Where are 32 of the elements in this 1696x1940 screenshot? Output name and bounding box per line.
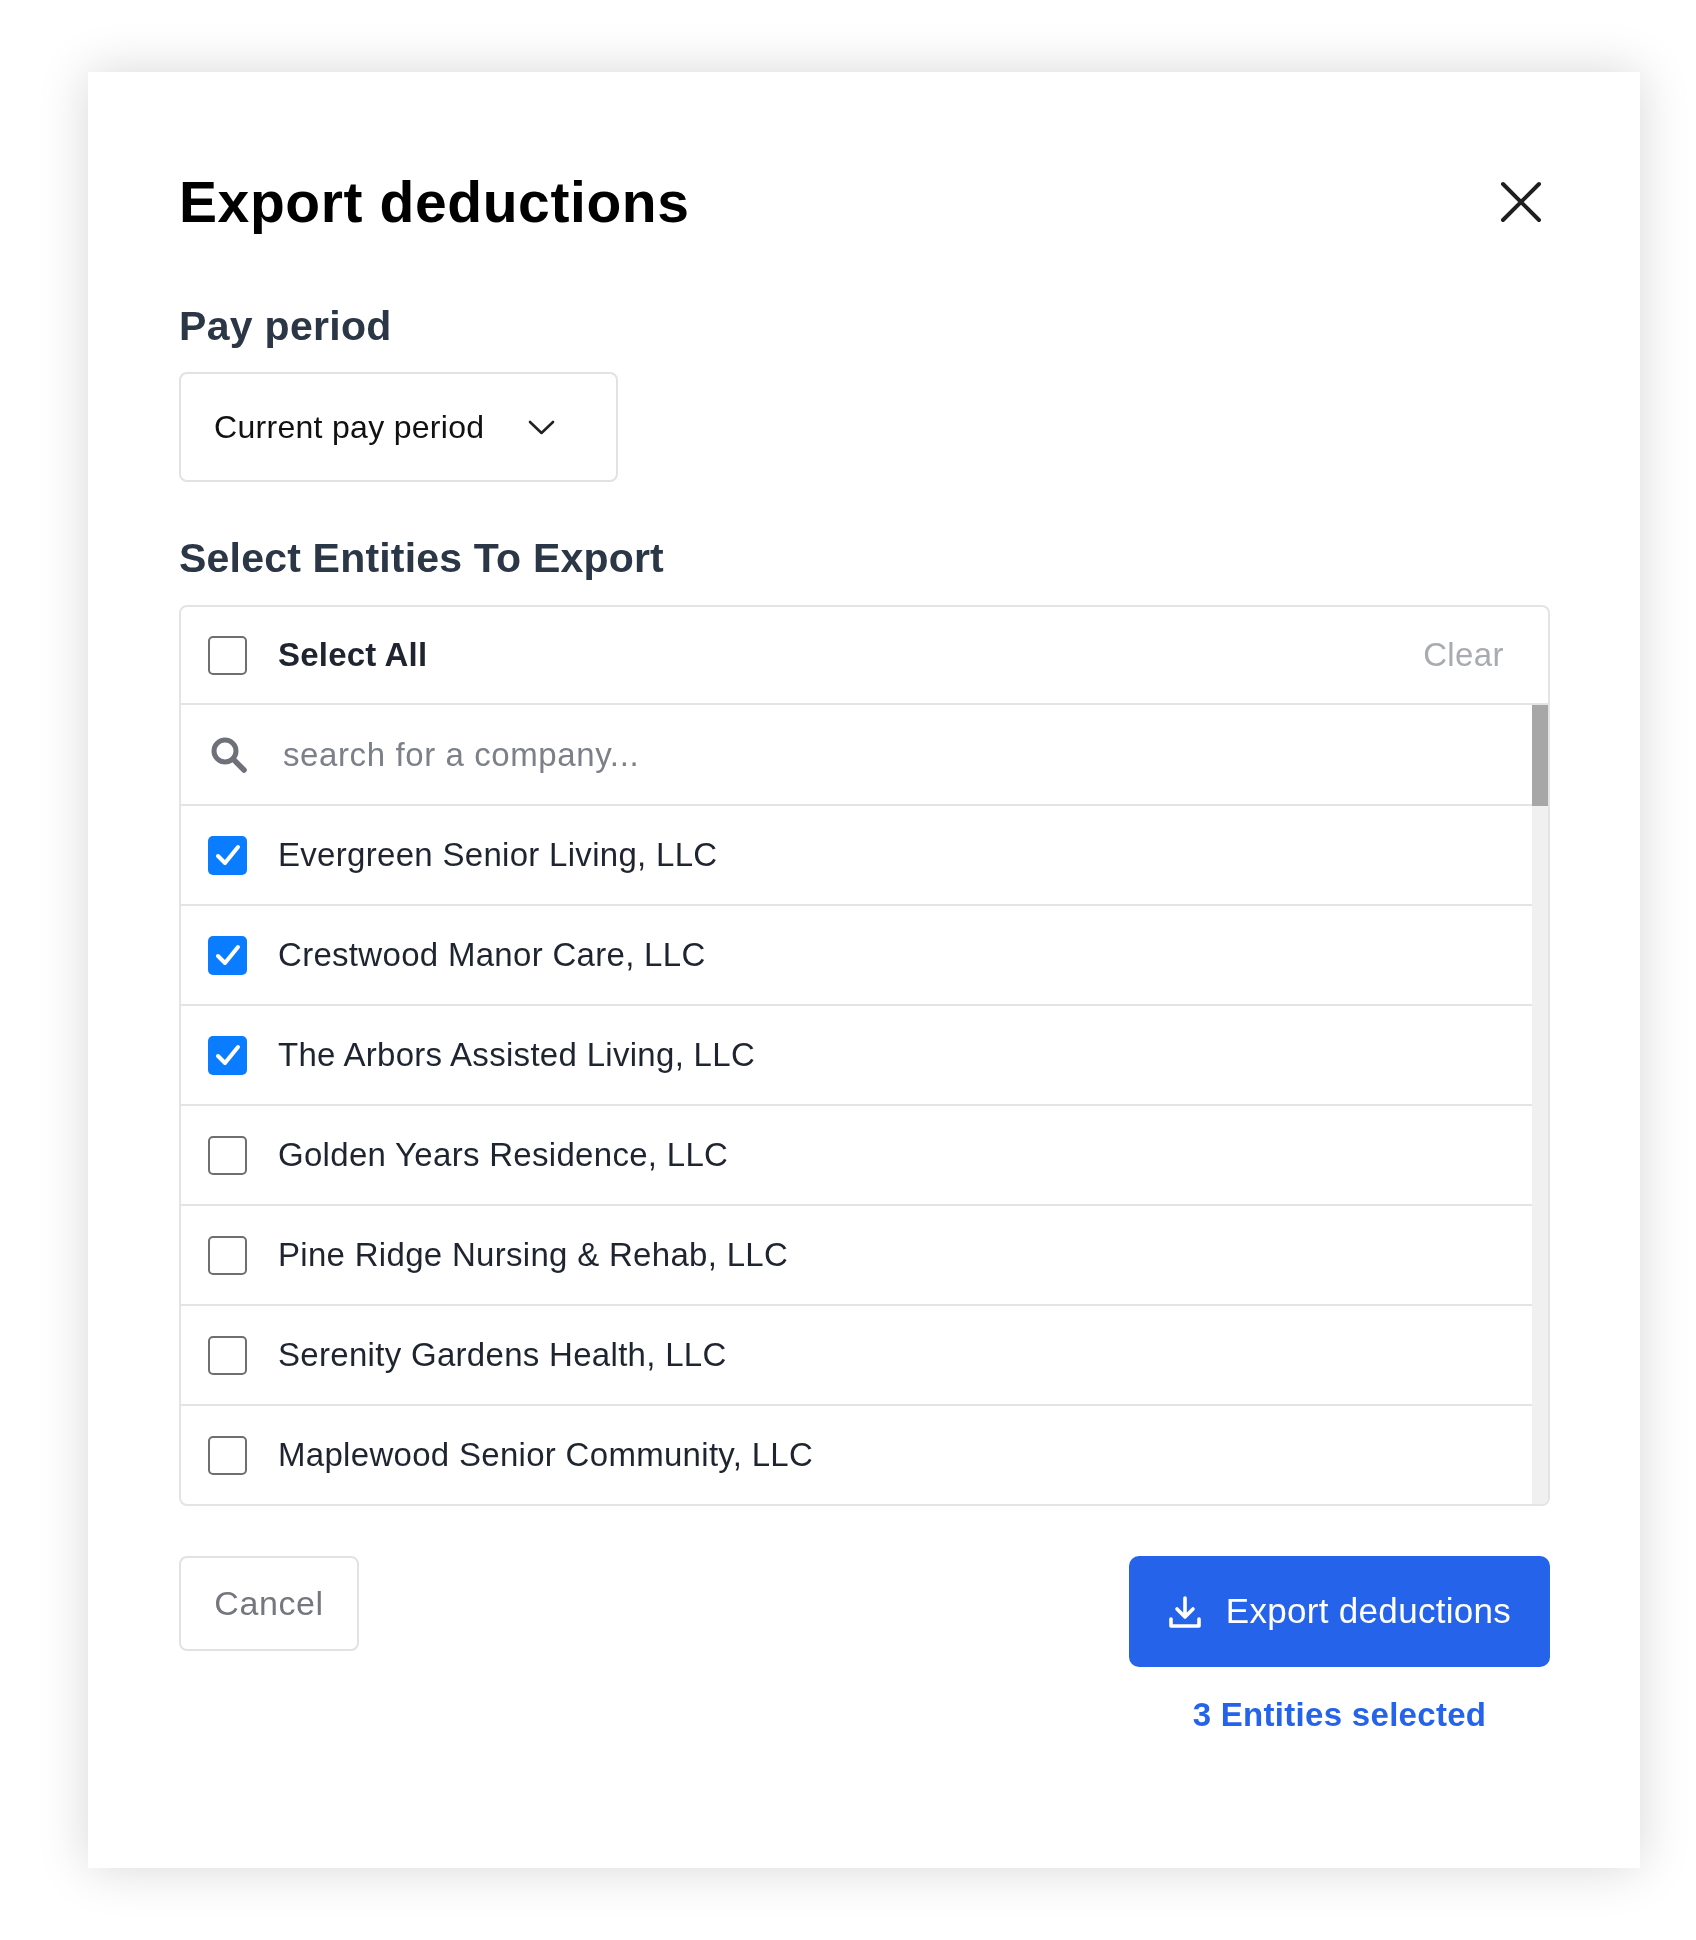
checkbox[interactable]: [208, 1235, 247, 1275]
checkmark-icon: [214, 1044, 241, 1066]
entity-name[interactable]: Evergreen Senior Living, LLC: [278, 830, 718, 880]
checkmark-icon: [214, 944, 241, 966]
checkbox[interactable]: [208, 1435, 247, 1475]
chevron-down-icon: [528, 419, 556, 435]
entity-name[interactable]: The Arbors Assisted Living, LLC: [278, 1030, 756, 1080]
checkbox[interactable]: [208, 635, 247, 675]
select-all-label[interactable]: Select All: [278, 630, 428, 680]
download-icon: [1167, 1594, 1202, 1629]
pay-period-dropdown[interactable]: Current pay period: [179, 372, 618, 482]
entity-name[interactable]: Golden Years Residence, LLC: [278, 1130, 729, 1180]
checkbox[interactable]: [208, 1035, 247, 1075]
entity-name[interactable]: Maplewood Senior Community, LLC: [278, 1430, 814, 1480]
selection-summary: 3 Entities selected: [1192, 1696, 1487, 1734]
dialog-title: Export deductions: [179, 172, 690, 232]
checkmark-icon: [214, 844, 241, 866]
checkbox[interactable]: [208, 1335, 247, 1375]
export-button[interactable]: Export deductions: [1129, 1556, 1550, 1667]
checkbox[interactable]: [208, 1135, 247, 1175]
scrollbar-thumb[interactable]: [1532, 705, 1548, 806]
entities-heading: Select Entities To Export: [179, 535, 664, 581]
entity-name[interactable]: Serenity Gardens Health, LLC: [278, 1330, 727, 1380]
search-field[interactable]: search for a company...: [283, 724, 1083, 785]
checkbox[interactable]: [208, 835, 247, 875]
checkbox[interactable]: [208, 935, 247, 975]
search-icon: [210, 735, 248, 774]
cancel-button[interactable]: Cancel: [179, 1556, 359, 1651]
pay-period-label: Pay period: [179, 303, 392, 349]
entity-name[interactable]: Crestwood Manor Care, LLC: [278, 930, 706, 980]
close-icon[interactable]: [1500, 181, 1542, 223]
entity-name[interactable]: Pine Ridge Nursing & Rehab, LLC: [278, 1230, 789, 1280]
